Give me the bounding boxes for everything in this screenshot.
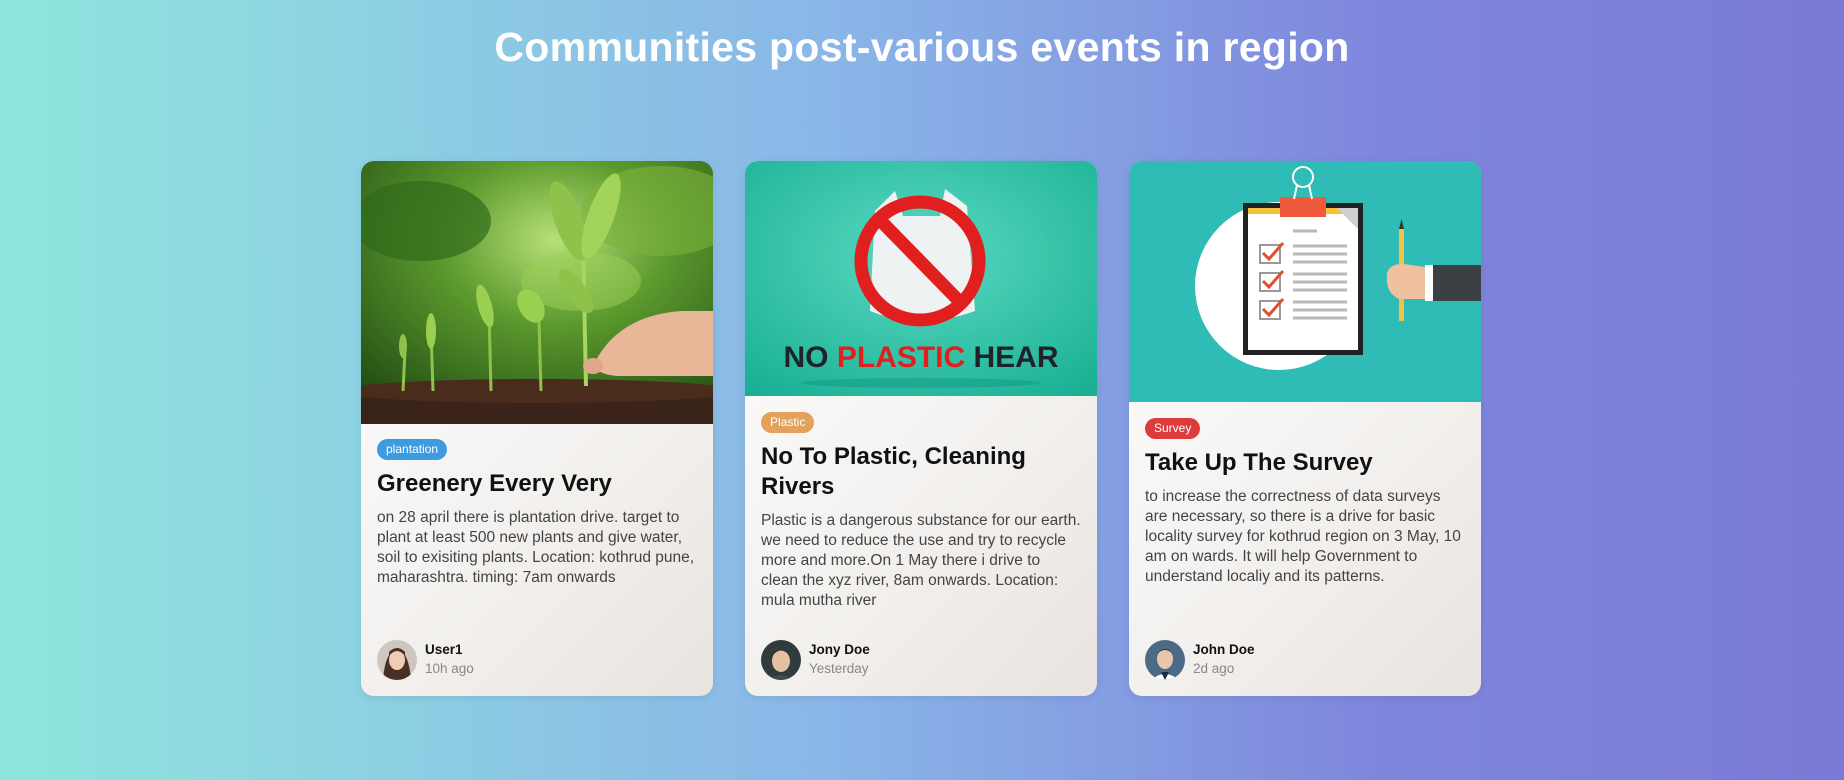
avatar <box>1145 640 1185 680</box>
image-text-hear: HEAR <box>974 341 1059 374</box>
author-name[interactable]: John Doe <box>1193 642 1255 657</box>
category-tag[interactable]: Plastic <box>761 412 815 433</box>
event-card-survey[interactable]: Survey Take Up The Survey to increase th… <box>1129 161 1481 696</box>
plantation-image <box>361 161 713 424</box>
avatar <box>761 640 801 680</box>
author-name[interactable]: Jony Doe <box>809 642 870 657</box>
author-name[interactable]: User1 <box>425 642 463 657</box>
category-tag[interactable]: Survey <box>1145 418 1201 439</box>
card-description: Plastic is a dangerous substance for our… <box>761 512 1081 609</box>
post-time: 2d ago <box>1193 661 1235 676</box>
category-tag[interactable]: plantation <box>377 439 448 460</box>
page-title: Communities post-various events in regio… <box>494 24 1350 70</box>
event-card-plastic[interactable]: NO PLASTIC HEAR Plastic No To Plastic, C… <box>745 161 1097 696</box>
image-text-no: NO <box>783 341 836 374</box>
image-text-plastic: PLASTIC <box>837 341 974 374</box>
post-time: 10h ago <box>425 661 474 676</box>
card-title[interactable]: Take Up The Survey <box>1145 448 1465 478</box>
card-title[interactable]: Greenery Every Very <box>377 469 697 499</box>
svg-text:NO PLASTIC: NO PLASTIC HEAR <box>783 341 1058 374</box>
no-plastic-image: NO PLASTIC HEAR <box>745 161 1097 396</box>
post-time: Yesterday <box>809 661 869 676</box>
card-title[interactable]: No To Plastic, Cleaning Rivers <box>761 442 1081 502</box>
card-description: to increase the correctness of data surv… <box>1145 488 1461 585</box>
card-description: on 28 april there is plantation drive. t… <box>377 509 695 586</box>
event-card-plantation[interactable]: plantation Greenery Every Very on 28 apr… <box>361 161 713 696</box>
survey-image <box>1129 161 1481 402</box>
avatar <box>377 640 417 680</box>
